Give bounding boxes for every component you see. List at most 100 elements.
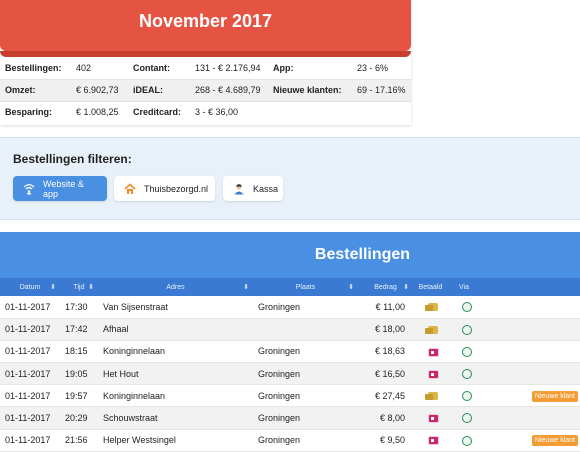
- filter-panel: Bestellingen filteren: Website & app Thu…: [0, 137, 580, 220]
- stat-label: Contant:: [133, 62, 170, 73]
- filter-website-app-button[interactable]: Website & app: [13, 176, 107, 201]
- stat-label: [268, 101, 352, 123]
- table-row[interactable]: 01-11-2017 17:30 Van Sijsenstraat Gronin…: [0, 296, 580, 319]
- stats-row: Besparing: € 1.008,25 Creditcard: 3 - € …: [0, 101, 411, 123]
- table-row[interactable]: 01-11-2017 17:42 Afhaal € 18,00: [0, 318, 580, 341]
- stat-value: 23 - 6%: [357, 62, 389, 73]
- ideal-icon: [427, 436, 439, 446]
- stats-header: November 2017: [0, 0, 411, 57]
- order-time: 17:30: [60, 296, 98, 319]
- order-time: 19:57: [60, 384, 98, 408]
- orders-title: Bestellingen: [314, 246, 411, 263]
- order-address: Het Hout: [98, 362, 253, 386]
- stat-label: Nieuwe klanten:: [268, 78, 352, 102]
- filter-button-label: Kassa: [253, 183, 279, 194]
- order-amount: € 9,50: [358, 429, 413, 452]
- order-date: 01-11-2017: [0, 296, 60, 319]
- column-header-bedrag[interactable]: Bedrag ⬍: [358, 278, 413, 296]
- order-amount: € 18,63: [358, 340, 413, 364]
- ideal-icon: [427, 414, 439, 424]
- cash-icon: [425, 392, 438, 401]
- order-place: Groningen: [253, 340, 358, 364]
- sort-icon: ⬍: [88, 284, 94, 291]
- stat-label: Omzet:: [0, 78, 71, 102]
- sort-icon: ⬍: [243, 284, 249, 291]
- cash-icon: [425, 325, 438, 334]
- ideal-icon: [427, 369, 439, 379]
- table-row[interactable]: 01-11-2017 18:15 Koninginnelaan Groninge…: [0, 340, 580, 364]
- table-row[interactable]: 01-11-2017 21:56 Helper Westsingel Groni…: [0, 429, 580, 452]
- app-icon: [461, 435, 472, 446]
- table-row[interactable]: 01-11-2017 20:29 Schouwstraat Groningen …: [0, 406, 580, 430]
- app-icon: [461, 391, 472, 402]
- table-row[interactable]: 01-11-2017 19:05 Het Hout Groningen € 16…: [0, 362, 580, 386]
- filter-button-label: Thuisbezorgd.nl: [144, 183, 209, 194]
- order-place: Groningen: [253, 384, 358, 408]
- wifi-icon: [23, 183, 35, 195]
- stat-value: € 1.008,25: [76, 107, 119, 118]
- ideal-icon: [427, 347, 439, 357]
- order-date: 01-11-2017: [0, 406, 60, 430]
- order-time: 18:15: [60, 340, 98, 364]
- house-icon: [124, 182, 136, 195]
- filter-thuisbezorgd-button[interactable]: Thuisbezorgd.nl: [114, 176, 215, 201]
- column-header-plaats[interactable]: Plaats ⬍: [253, 278, 358, 296]
- stat-value: [352, 101, 411, 123]
- filter-kassa-button[interactable]: Kassa: [223, 176, 283, 201]
- stat-label: Bestellingen:: [5, 62, 62, 73]
- orders-header: Bestellingen: [0, 232, 580, 278]
- order-time: 21:56: [60, 429, 98, 452]
- stat-value: 131 - € 2.176,94: [195, 62, 261, 73]
- app-icon: [461, 302, 472, 313]
- stat-label: App:: [273, 62, 294, 73]
- order-place: [253, 318, 358, 341]
- stat-value: € 6.902,73: [71, 78, 128, 102]
- stats-title: November 2017: [138, 11, 273, 31]
- app-icon: [461, 346, 472, 357]
- order-address: Van Sijsenstraat: [98, 296, 253, 319]
- order-amount: € 8,00: [358, 406, 413, 430]
- new-customer-badge: Nieuwe klant: [531, 435, 578, 447]
- column-header-betaald: Betaald: [413, 278, 448, 296]
- orders-header-row: Datum ⬍ Tijd ⬍ Adres ⬍ Plaats ⬍ Bedrag ⬍ Beta…: [0, 278, 580, 296]
- order-amount: € 11,00: [358, 296, 413, 319]
- column-header-datum[interactable]: Datum ⬍: [0, 278, 60, 296]
- stat-label: Creditcard:: [133, 107, 182, 118]
- column-header-extra: [480, 278, 580, 296]
- order-address: Schouwstraat: [98, 406, 253, 430]
- order-amount: € 18,00: [358, 318, 413, 341]
- order-time: 20:29: [60, 406, 98, 430]
- order-date: 01-11-2017: [0, 318, 60, 341]
- order-amount: € 16,50: [358, 362, 413, 386]
- order-amount: € 27,45: [358, 384, 413, 408]
- stat-label: Besparing:: [5, 107, 53, 118]
- column-header-tijd[interactable]: Tijd ⬍: [60, 278, 98, 296]
- stats-row: Bestellingen: 402 Contant: 131 - € 2.176…: [0, 57, 411, 79]
- stat-value: 402: [76, 62, 92, 73]
- stat-value: 3 - € 36,00: [195, 107, 239, 118]
- column-header-adres[interactable]: Adres ⬍: [98, 278, 253, 296]
- order-place: Groningen: [253, 406, 358, 430]
- order-date: 01-11-2017: [0, 340, 60, 364]
- order-place: Groningen: [253, 429, 358, 452]
- order-address: Koninginnelaan: [98, 384, 253, 408]
- order-date: 01-11-2017: [0, 384, 60, 408]
- cash-icon: [425, 303, 438, 312]
- table-row[interactable]: 01-11-2017 19:57 Koninginnelaan Groninge…: [0, 384, 580, 408]
- filter-button-label: Website & app: [43, 178, 84, 199]
- app-icon: [461, 324, 472, 335]
- order-date: 01-11-2017: [0, 429, 60, 452]
- sort-icon: ⬍: [50, 284, 56, 291]
- order-time: 17:42: [60, 318, 98, 341]
- stats-table: Bestellingen: 402 Contant: 131 - € 2.176…: [0, 57, 411, 123]
- order-place: Groningen: [253, 296, 358, 319]
- order-place: Groningen: [253, 362, 358, 386]
- app-icon: [461, 413, 472, 424]
- sort-icon: ⬍: [348, 284, 354, 291]
- person-icon: [233, 183, 245, 195]
- order-address: Helper Westsingel: [98, 429, 253, 452]
- filter-title: Bestellingen filteren:: [13, 152, 132, 166]
- stats-card: November 2017 Bestellingen: 402 Contant:…: [0, 0, 411, 125]
- order-address: Afhaal: [98, 318, 253, 341]
- stats-row: Omzet: € 6.902,73 iDEAL: 268 - € 4.689,7…: [0, 78, 411, 102]
